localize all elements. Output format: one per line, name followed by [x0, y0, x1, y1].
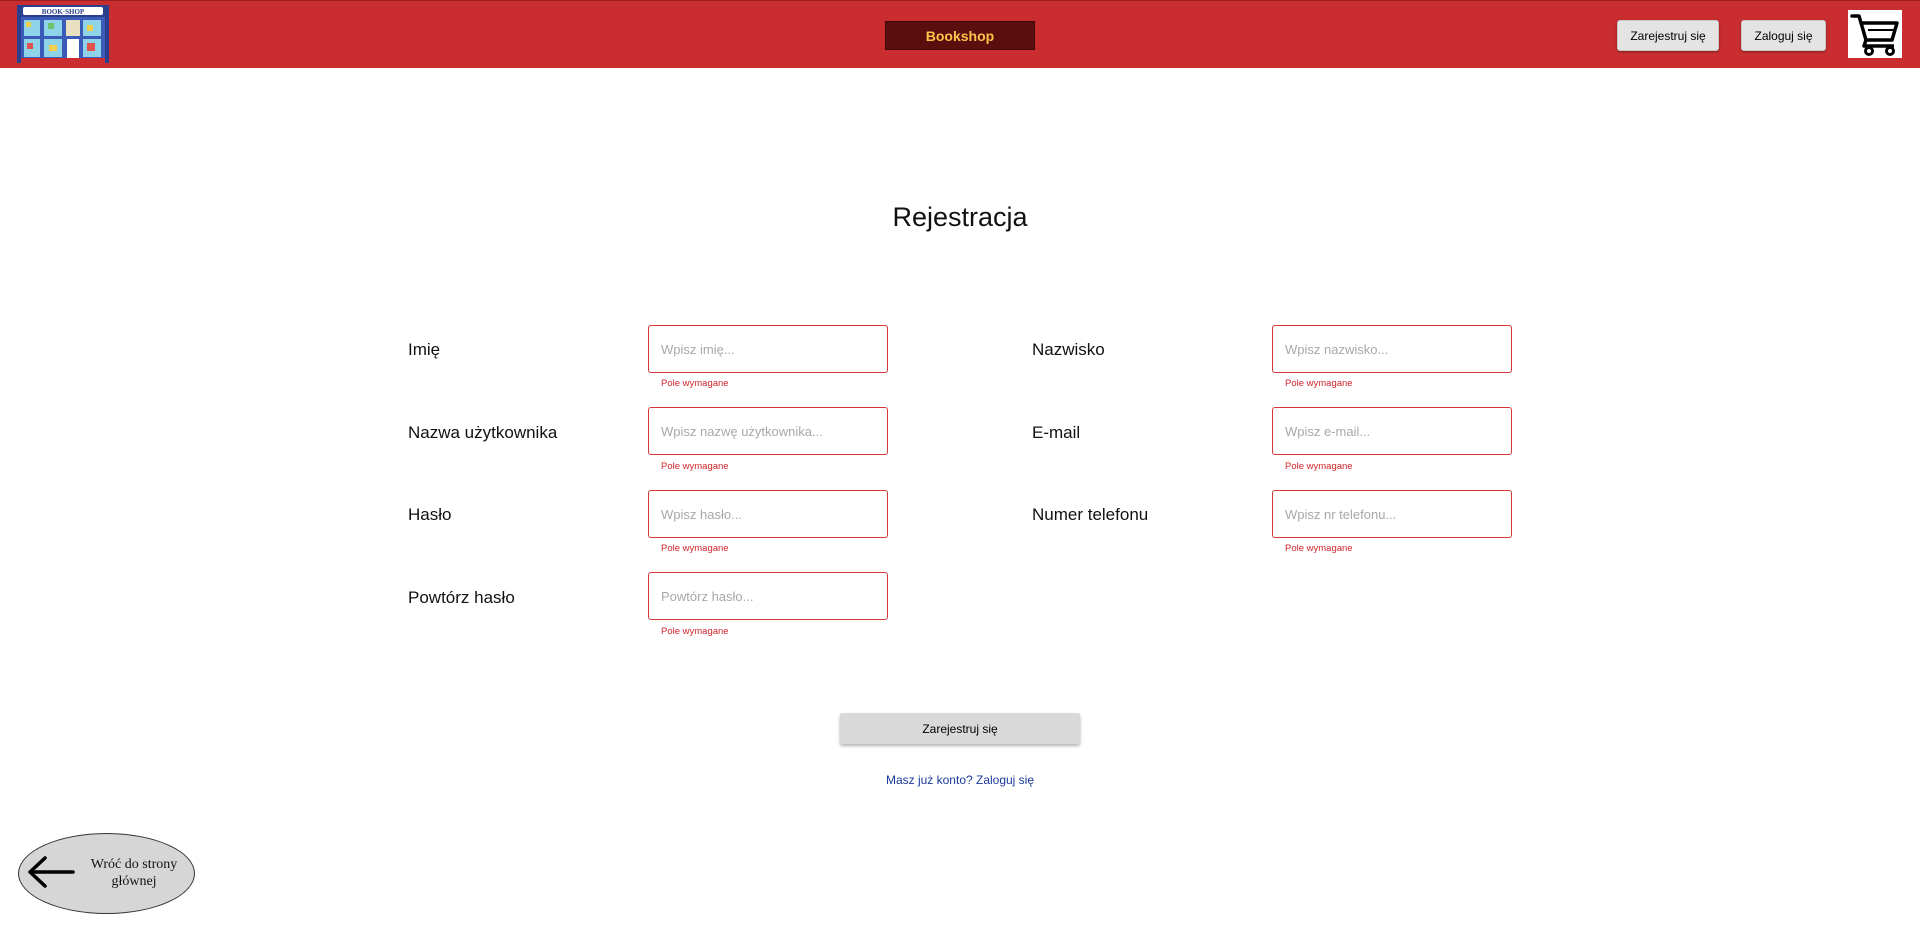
shopping-cart-icon	[1850, 14, 1899, 56]
back-to-home-button[interactable]: Wróć do strony głównej	[18, 833, 195, 914]
username-error: Pole wymagane	[661, 461, 729, 472]
password-label: Hasło	[408, 505, 452, 524]
last-name-label: Nazwisko	[1032, 340, 1105, 359]
logo-text: BOOK·SHOP	[42, 8, 85, 16]
repeat-password-input[interactable]	[648, 572, 888, 620]
back-button-label: Wróć do strony głównej	[90, 857, 178, 889]
username-label: Nazwa użytkownika	[408, 423, 558, 442]
register-button[interactable]: Zarejestruj się	[1617, 20, 1719, 51]
email-error: Pole wymagane	[1285, 461, 1353, 472]
email-input[interactable]	[1272, 407, 1512, 455]
username-input[interactable]	[648, 407, 888, 455]
submit-register-button[interactable]: Zarejestruj się	[840, 713, 1080, 744]
cart-button[interactable]	[1848, 10, 1902, 58]
email-label: E-mail	[1032, 423, 1081, 442]
phone-input[interactable]	[1272, 490, 1512, 538]
first-name-error: Pole wymagane	[661, 378, 729, 389]
password-input[interactable]	[648, 490, 888, 538]
page-title: Rejestracja	[892, 202, 1028, 232]
repeat-password-error: Pole wymagane	[661, 626, 729, 637]
phone-error: Pole wymagane	[1285, 543, 1353, 554]
bookshop-brand-title[interactable]: Bookshop	[885, 21, 1035, 50]
arrow-left-icon	[28, 856, 75, 888]
password-error: Pole wymagane	[661, 543, 729, 554]
first-name-input[interactable]	[648, 325, 888, 373]
phone-label: Numer telefonu	[1032, 505, 1149, 524]
top-navigation-bar: BOOK·SHOP Bookshop Zarejestruj się Zalog…	[0, 0, 1920, 68]
repeat-password-label: Powtórz hasło	[408, 588, 515, 607]
login-link[interactable]: Masz już konto? Zaloguj się	[0, 773, 1920, 787]
login-button[interactable]: Zaloguj się	[1741, 20, 1826, 51]
last-name-error: Pole wymagane	[1285, 378, 1353, 389]
last-name-input[interactable]	[1272, 325, 1512, 373]
first-name-label: Imię	[408, 340, 441, 359]
bookshop-logo[interactable]: BOOK·SHOP	[17, 5, 109, 63]
